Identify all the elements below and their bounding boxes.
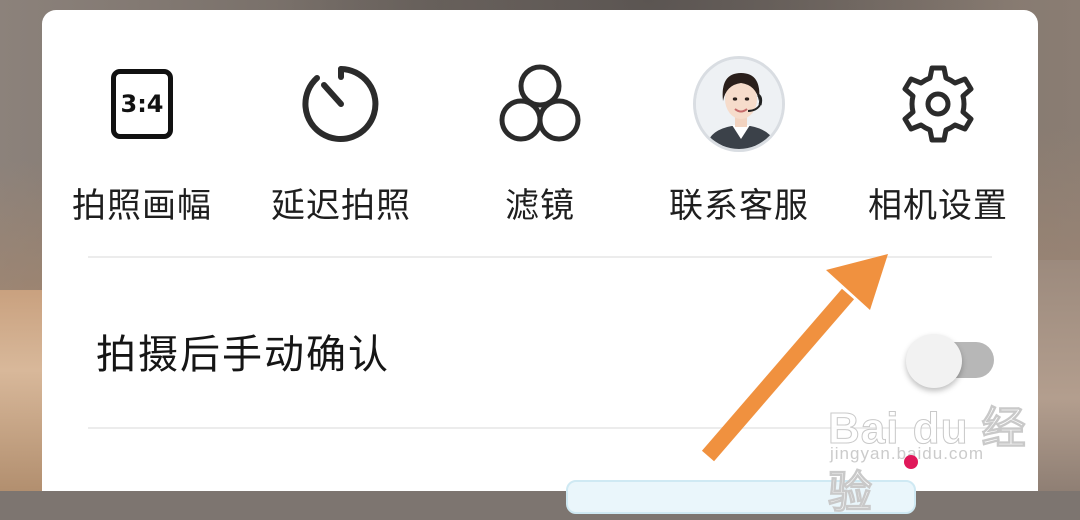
option-filter-label: 滤镜: [505, 186, 575, 226]
toggle-knob: [906, 334, 962, 388]
option-customer-service[interactable]: 联系客服: [639, 56, 839, 238]
manual-confirm-toggle[interactable]: [906, 328, 994, 388]
customer-service-avatar-icon: [693, 56, 785, 152]
option-filter[interactable]: 滤镜: [440, 58, 640, 238]
setting-manual-confirm-row: 拍摄后手动确认: [88, 260, 994, 428]
aspect-ratio-badge: 3:4: [111, 69, 173, 139]
option-camera-settings-label: 相机设置: [868, 186, 1008, 226]
filter-icon: [494, 58, 586, 150]
background-photo-left: [0, 290, 42, 491]
quick-options-row: 3:4 拍照画幅 延迟拍照 滤镜 联系客服 相机设置: [42, 56, 1038, 238]
divider-bottom: [88, 427, 992, 429]
option-delay-shot[interactable]: 延迟拍照: [241, 58, 441, 238]
option-camera-settings[interactable]: 相机设置: [838, 58, 1038, 238]
option-aspect-ratio[interactable]: 3:4 拍照画幅: [42, 58, 242, 238]
divider-top: [88, 256, 992, 258]
notification-dot: [904, 455, 918, 469]
timer-icon: [295, 58, 387, 150]
avatar: [693, 56, 785, 152]
background-photo-right: [1038, 260, 1080, 491]
option-aspect-ratio-label: 拍照画幅: [72, 186, 212, 226]
aspect-ratio-icon: 3:4: [96, 58, 188, 150]
option-delay-shot-label: 延迟拍照: [271, 186, 411, 226]
camera-options-panel: 3:4 拍照画幅 延迟拍照 滤镜 联系客服 相机设置 拍摄后手动确认: [42, 10, 1038, 514]
option-customer-service-label: 联系客服: [669, 186, 809, 226]
gear-icon: [892, 58, 984, 150]
bottom-action-pill[interactable]: [566, 480, 916, 514]
setting-manual-confirm-label: 拍摄后手动确认: [96, 332, 390, 378]
